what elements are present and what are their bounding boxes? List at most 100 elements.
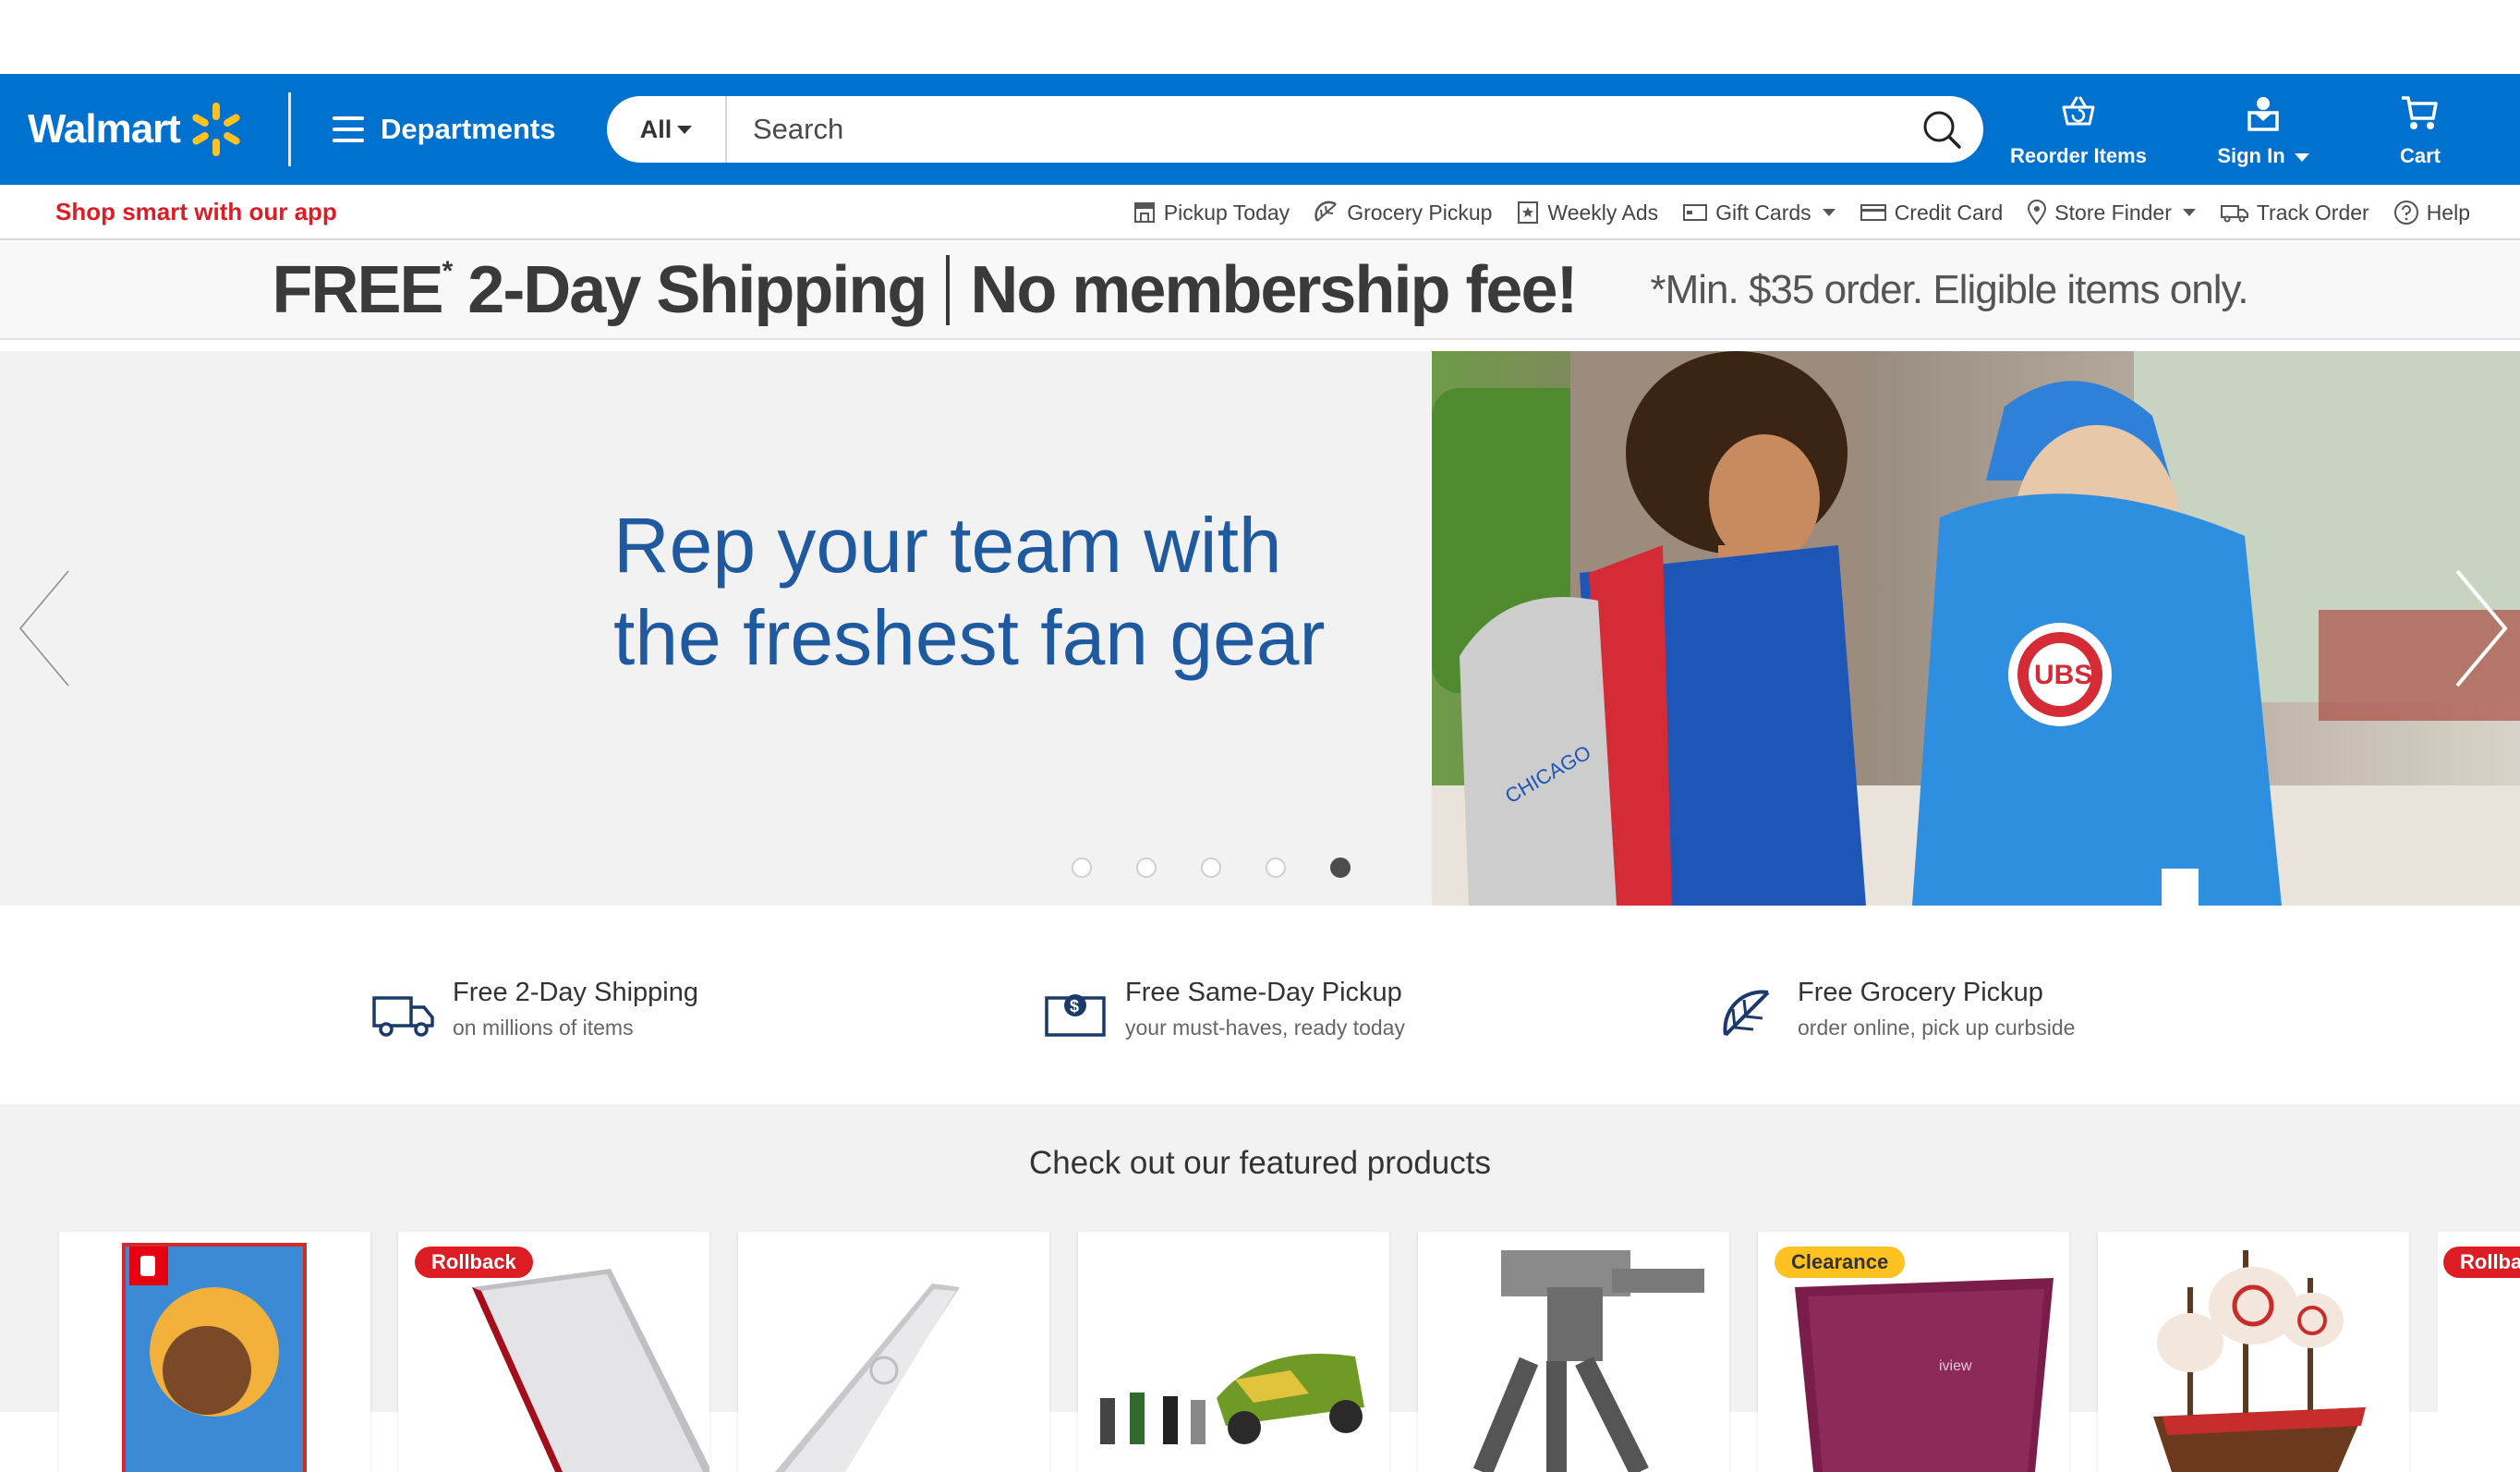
hamburger-icon: [333, 116, 364, 142]
nav-grocery-pickup[interactable]: Grocery Pickup: [1314, 201, 1492, 225]
value-props: Free 2-Day Shipping on millions of items…: [0, 906, 2520, 1104]
product-card[interactable]: [59, 1232, 370, 1472]
search-bar: All: [607, 96, 1983, 163]
nav-pickup-today[interactable]: Pickup Today: [1133, 201, 1290, 225]
prop-subtitle: order online, pick up curbside: [1798, 1016, 2076, 1040]
prop-same-day-pickup[interactable]: $ Free Same-Day Pickup your must-haves, …: [1044, 978, 1405, 1042]
carousel-dot[interactable]: [1136, 858, 1157, 878]
product-card[interactable]: Rollback: [398, 1232, 709, 1472]
carousel-prev-arrow[interactable]: [13, 564, 78, 693]
nav-store-finder[interactable]: Store Finder: [2027, 200, 2196, 225]
reorder-basket-icon: [2062, 96, 2095, 126]
top-whitespace: [0, 0, 2520, 74]
ship-fine-print: *Min. $35 order. Eligible items only.: [1650, 267, 2248, 312]
chevron-down-icon: [1822, 209, 1835, 216]
product-image-toy-car: [1100, 1354, 1364, 1444]
grocery-icon: [1315, 201, 1337, 222]
nav-label: Weekly Ads: [1547, 200, 1659, 225]
svg-text:$: $: [1070, 997, 1079, 1016]
product-card-partial[interactable]: Rollbac: [2438, 1232, 2520, 1472]
nav-label: Track Order: [2256, 200, 2369, 225]
chevron-down-icon: [2294, 152, 2309, 162]
nav-help[interactable]: Help: [2393, 200, 2470, 225]
search-scope-label: All: [639, 115, 672, 143]
spark-icon: [192, 103, 240, 156]
product-card[interactable]: Clearance iview: [1758, 1232, 2069, 1472]
prop-title: Free 2-Day Shipping: [453, 978, 698, 1007]
sign-in-button[interactable]: Sign In: [2203, 94, 2323, 168]
product-card[interactable]: [1418, 1232, 1729, 1472]
svg-text:iview: iview: [1939, 1358, 1972, 1374]
departments-button[interactable]: Departments: [333, 107, 556, 152]
nav-track-order[interactable]: Track Order: [2220, 201, 2369, 225]
ship-asterisk: *: [442, 256, 454, 286]
departments-label: Departments: [381, 113, 556, 145]
nav-label: Help: [2426, 200, 2470, 225]
prop-two-day-shipping[interactable]: Free 2-Day Shipping on millions of items: [371, 978, 698, 1042]
pickup-box-icon: $: [1045, 994, 1106, 1037]
hero-carousel: Rep your team with the freshest fan gear…: [0, 351, 2520, 906]
prop-text: Free Same-Day Pickup your must-haves, re…: [1125, 978, 1405, 1040]
carousel-dot[interactable]: [1266, 858, 1286, 878]
store-icon: [1133, 202, 1155, 223]
chevron-down-icon: [677, 125, 693, 134]
product-card[interactable]: [738, 1232, 1049, 1472]
truck-icon: [372, 996, 434, 1037]
nav-label: Gift Cards: [1715, 200, 1811, 225]
featured-title: Check out our featured products: [1028, 1145, 1491, 1181]
hero-image[interactable]: CHICAGO UBS: [1432, 351, 2520, 906]
cart-icon: [2402, 96, 2438, 129]
lemon-slice-icon: [1723, 990, 1770, 1037]
carousel-dot-active[interactable]: [1330, 858, 1351, 878]
nav-label: Grocery Pickup: [1347, 200, 1493, 225]
reorder-items-button[interactable]: Reorder Items: [2009, 94, 2148, 168]
prop-title: Free Grocery Pickup: [1798, 978, 2043, 1007]
carousel-next-arrow[interactable]: [2448, 564, 2513, 693]
secondary-nav: Shop smart with our app Pickup Today Gro…: [0, 185, 2520, 240]
header-divider: [288, 92, 291, 166]
hero-line-2: the freshest fan gear: [613, 594, 1326, 681]
prop-grocery-pickup[interactable]: Free Grocery Pickup order online, pick u…: [1716, 978, 2075, 1042]
search-icon: [1923, 111, 1961, 149]
chevron-down-icon: [2182, 209, 2196, 216]
nav-credit-card[interactable]: Credit Card: [1860, 200, 2004, 225]
featured-products: Check out our featured products Rollback: [0, 1104, 2520, 1472]
product-image-robot-toy: [1472, 1250, 1704, 1472]
search-scope-dropdown[interactable]: All: [607, 96, 727, 163]
nav-weekly-ads[interactable]: Weekly Ads: [1516, 201, 1658, 225]
help-icon: [2393, 201, 2418, 225]
hero-headline[interactable]: Rep your team with the freshest fan gear: [613, 499, 1325, 684]
carousel-dots: [1072, 858, 1395, 878]
utility-links: Pickup Today Grocery Pickup Weekly Ads G…: [1109, 185, 2470, 240]
carousel-dot[interactable]: [1201, 858, 1221, 878]
prop-text: Free 2-Day Shipping on millions of items: [453, 978, 698, 1040]
svg-text:UBS: UBS: [2034, 660, 2092, 690]
ad-icon: [1518, 201, 1539, 224]
search-button[interactable]: [1900, 96, 1983, 163]
ship-divider: [946, 255, 951, 325]
site-header: Walmart Departments All Search Reorder I…: [0, 74, 2520, 185]
product-image-game: [122, 1243, 307, 1472]
clearance-badge: Clearance: [1775, 1247, 1906, 1278]
prop-text: Free Grocery Pickup order online, pick u…: [1798, 978, 2075, 1040]
search-input[interactable]: [727, 102, 1900, 157]
cart-button[interactable]: Cart: [2388, 94, 2453, 168]
prop-subtitle: on millions of items: [453, 1016, 634, 1040]
nav-label: Credit Card: [1894, 200, 2004, 225]
ship-free: FREE* 2-Day Shipping: [272, 252, 928, 328]
nav-gift-cards[interactable]: Gift Cards: [1682, 201, 1835, 225]
logo-text: Walmart: [28, 106, 181, 152]
prop-title: Free Same-Day Pickup: [1125, 978, 1402, 1007]
walmart-logo[interactable]: Walmart: [28, 100, 245, 159]
product-card[interactable]: [2098, 1232, 2409, 1472]
sign-in-label: Sign In: [2217, 144, 2285, 167]
ship-two-day: 2-Day Shipping: [467, 253, 927, 327]
ship-free-text: FREE: [272, 253, 444, 327]
nav-label: Pickup Today: [1163, 200, 1290, 225]
kids-backpacks-illustration: CHICAGO UBS: [1432, 351, 2520, 906]
carousel-dot[interactable]: [1072, 858, 1092, 878]
shipping-promo-banner[interactable]: FREE* 2-Day Shipping No membership fee! …: [0, 242, 2520, 340]
product-card[interactable]: [1078, 1232, 1389, 1472]
app-promo-link[interactable]: Shop smart with our app: [55, 198, 337, 226]
product-image-laptop: [775, 1283, 960, 1472]
